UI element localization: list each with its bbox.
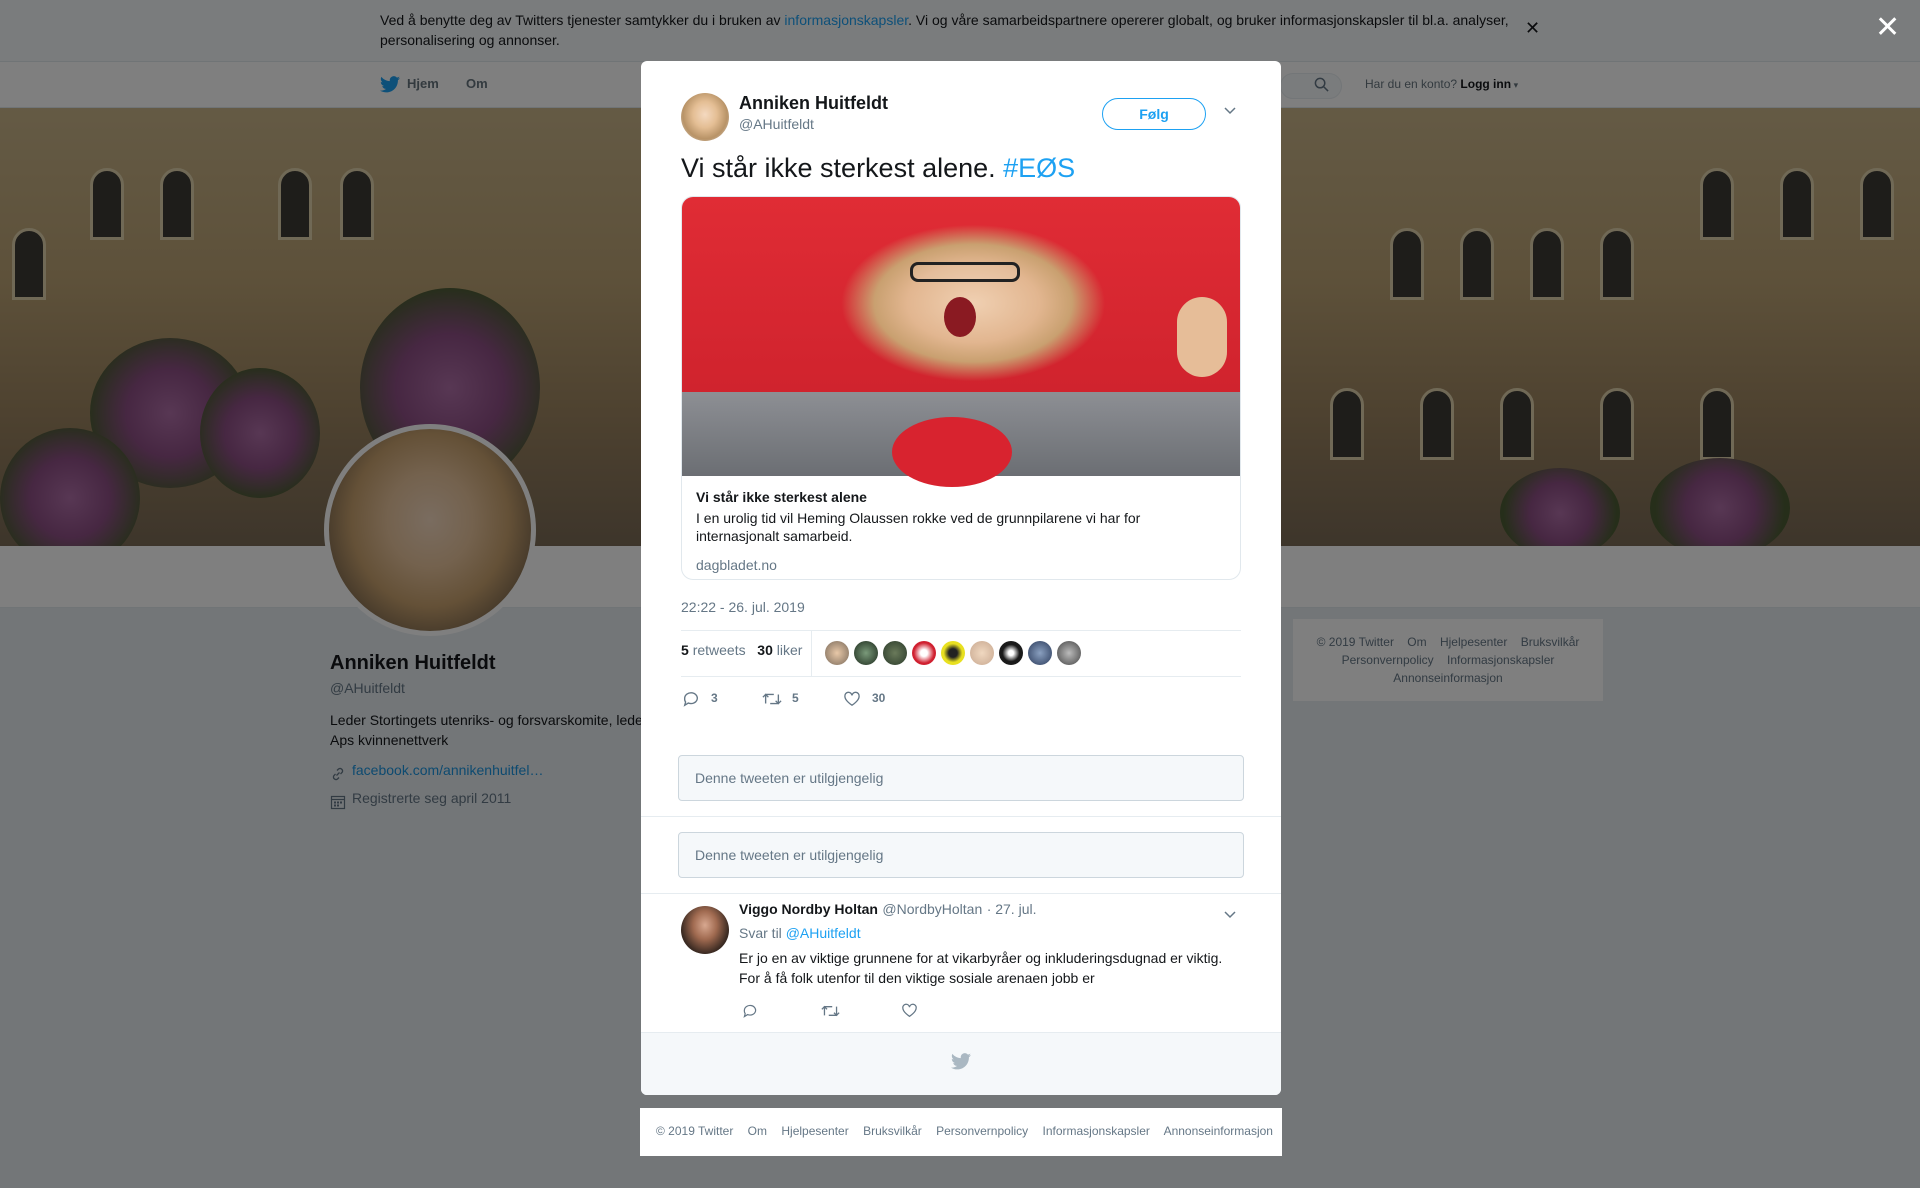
tweet-timestamp[interactable]: 22:22 - 26. jul. 2019 [681, 599, 805, 615]
tweet-author-avatar[interactable] [681, 93, 729, 141]
liker-avatar[interactable] [854, 641, 878, 665]
reply-to-handle-link[interactable]: @AHuitfeldt [786, 925, 861, 941]
reply-icon[interactable] [682, 690, 700, 713]
hashtag-link[interactable]: #EØS [1003, 153, 1075, 183]
footer-link-privacy[interactable]: Personvernpolicy [936, 1124, 1028, 1138]
divider [641, 893, 1281, 894]
liker-avatar[interactable] [999, 641, 1023, 665]
divider [681, 630, 1241, 631]
likes-label[interactable]: liker [777, 642, 803, 658]
reply-to-label: Svar til [739, 925, 782, 941]
reply-to-line: Svar til @AHuitfeldt [739, 925, 861, 941]
tweet-text: Vi står ikke sterkest alene. #EØS [681, 150, 1075, 186]
liker-avatar[interactable] [825, 641, 849, 665]
modal-footer [641, 1032, 1281, 1095]
footer-link-about[interactable]: Om [748, 1124, 767, 1138]
reply-author-avatar[interactable] [681, 906, 729, 954]
unavailable-tweet-notice: Denne tweeten er utilgjengelig [678, 832, 1244, 878]
close-modal-icon[interactable]: ✕ [1875, 10, 1900, 45]
divider [681, 676, 1241, 677]
tweet-text-body: Vi står ikke sterkest alene. [681, 153, 1004, 183]
twitter-bird-icon [951, 1053, 971, 1075]
bottom-footer: © 2019 Twitter Om Hjelpesenter Bruksvilk… [640, 1108, 1282, 1156]
reply-header: Viggo Nordby Holtan @NordbyHoltan · 27. … [739, 901, 1037, 919]
liker-avatar[interactable] [912, 641, 936, 665]
liker-avatar[interactable] [883, 641, 907, 665]
retweets-label[interactable]: retweets [693, 642, 746, 658]
footer-link-terms[interactable]: Bruksvilkår [863, 1124, 922, 1138]
likes-count[interactable]: 30 [757, 642, 773, 658]
card-domain: dagbladet.no [696, 557, 777, 573]
link-card[interactable]: Vi står ikke sterkest alene I en urolig … [681, 196, 1241, 580]
chevron-down-icon[interactable] [1223, 103, 1237, 119]
reply-date[interactable]: · 27. jul. [987, 901, 1037, 917]
liker-avatar[interactable] [941, 641, 965, 665]
chevron-down-icon[interactable] [1223, 907, 1237, 925]
tweet-modal: Anniken Huitfeldt @AHuitfeldt Følg Vi st… [641, 61, 1281, 1095]
footer-link-ads-info[interactable]: Annonseinformasjon [1164, 1124, 1273, 1138]
card-description: I en urolig tid vil Heming Olaussen rokk… [696, 510, 1141, 544]
footer-copyright: © 2019 Twitter [656, 1124, 734, 1138]
reply-icon[interactable] [742, 1003, 758, 1024]
tweet-stats: 5 retweets 30 liker [681, 642, 802, 658]
footer-link-cookies[interactable]: Informasjonskapsler [1043, 1124, 1150, 1138]
party-rose-logo [892, 417, 1012, 487]
liker-avatar[interactable] [1057, 641, 1081, 665]
stats-divider [811, 630, 812, 676]
reply-text: Er jo en av viktige grunnene for at vika… [739, 950, 1223, 986]
reply-count: 3 [711, 691, 718, 705]
liker-avatar[interactable] [1028, 641, 1052, 665]
follow-button[interactable]: Følg [1102, 98, 1206, 130]
reply-author-name[interactable]: Viggo Nordby Holtan [739, 901, 878, 917]
liker-avatar[interactable] [970, 641, 994, 665]
divider [641, 816, 1281, 817]
like-count: 30 [872, 691, 886, 705]
card-title: Vi står ikke sterkest alene [696, 489, 867, 505]
unavailable-tweet-notice: Denne tweeten er utilgjengelig [678, 755, 1244, 801]
retweet-count: 5 [792, 691, 799, 705]
heart-icon[interactable] [843, 691, 861, 712]
retweet-icon[interactable] [762, 690, 782, 713]
tweet-author-name[interactable]: Anniken Huitfeldt [739, 93, 888, 114]
heart-icon[interactable] [901, 1003, 918, 1023]
retweets-count[interactable]: 5 [681, 642, 689, 658]
tweet-author-handle[interactable]: @AHuitfeldt [739, 116, 814, 132]
footer-link-help[interactable]: Hjelpesenter [781, 1124, 848, 1138]
card-image [682, 197, 1240, 487]
retweet-icon[interactable] [821, 1003, 840, 1024]
reply-author-handle[interactable]: @NordbyHoltan [882, 901, 982, 917]
